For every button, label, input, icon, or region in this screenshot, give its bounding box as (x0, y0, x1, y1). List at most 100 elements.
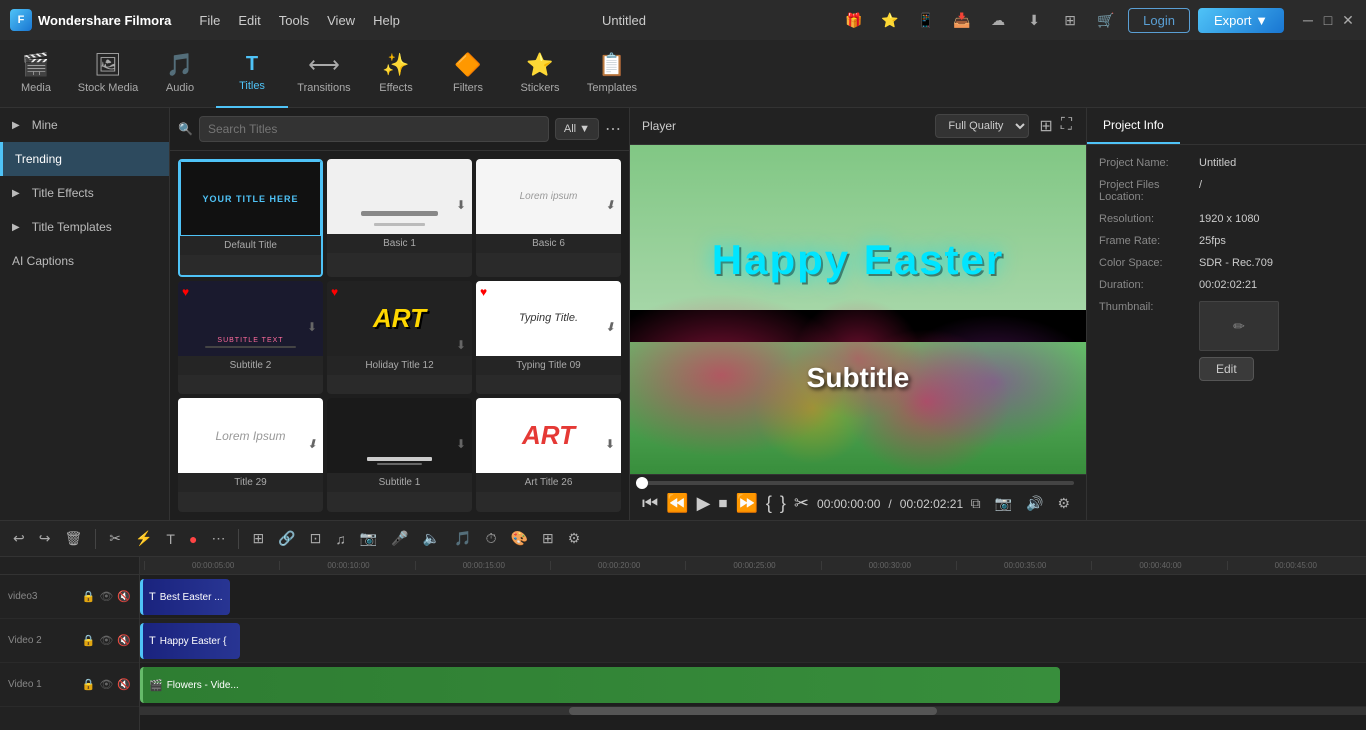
filter-dropdown[interactable]: All ▼ (555, 118, 599, 140)
subtitle2-thumb: SUBTITLE TEXT ♥ ⬇ (178, 281, 323, 356)
sidebar-item-trending[interactable]: Trending (0, 142, 169, 176)
settings2-icon[interactable]: ⚙ (563, 528, 586, 549)
star-icon[interactable]: ⭐ (876, 6, 904, 34)
grid-view-icon[interactable]: ⊞ (1037, 114, 1054, 138)
timeline-scrollbar[interactable] (140, 707, 1366, 715)
title-card-art26[interactable]: ART ⬇ Art Title 26 (476, 398, 621, 512)
eye2-icon[interactable]: 👁 (99, 634, 113, 647)
minimize-button[interactable]: ─ (1300, 12, 1316, 28)
sidebar-item-title-templates[interactable]: ▶ Title Templates (0, 210, 169, 244)
group-icon[interactable]: ⊡ (305, 528, 327, 549)
close-button[interactable]: ✕ (1340, 12, 1356, 28)
download-icon[interactable]: ⬇ (1020, 6, 1048, 34)
timeline-scrub-handle[interactable] (636, 477, 648, 489)
mute3-icon[interactable]: 🔇 (117, 678, 131, 691)
toolbar-audio[interactable]: 🎵 Audio (144, 40, 216, 108)
toolbar-media[interactable]: 🎬 Media (0, 40, 72, 108)
toolbar-stickers[interactable]: ⭐ Stickers (504, 40, 576, 108)
mark-in-icon[interactable]: { (766, 493, 772, 514)
menu-help[interactable]: Help (365, 9, 408, 32)
grid-layout-icon[interactable]: ⊞ (537, 528, 559, 549)
more-tools-icon[interactable]: ⋯ (206, 528, 230, 549)
split-audio-button[interactable]: ⚡ (130, 528, 157, 549)
music-icon[interactable]: 🎵 (449, 528, 476, 549)
undo-button[interactable]: ↩ (8, 528, 30, 549)
magnet-icon[interactable]: 🔗 (273, 528, 300, 549)
camera-icon[interactable]: 📷 (355, 528, 382, 549)
eye3-icon[interactable]: 👁 (99, 678, 113, 691)
gift-icon[interactable]: 🎁 (840, 6, 868, 34)
eye-icon[interactable]: 👁 (99, 590, 113, 603)
sidebar-item-ai-captions[interactable]: AI Captions (0, 244, 169, 278)
title-card-subtitle2[interactable]: SUBTITLE TEXT ♥ ⬇ Subtitle 2 (178, 281, 323, 395)
phone-icon[interactable]: 📱 (912, 6, 940, 34)
toolbar-stock-media[interactable]: 🖼 Stock Media (72, 40, 144, 108)
sidebar-item-mine[interactable]: ▶ Mine (0, 108, 169, 142)
title-card-title29[interactable]: Lorem Ipsum ⬇ Title 29 (178, 398, 323, 512)
settings-icon[interactable]: ⚙ (1053, 493, 1074, 514)
preview-timeline-bar[interactable] (642, 481, 1074, 485)
cut-button[interactable]: ✂ (104, 528, 126, 549)
export-button[interactable]: Export ▼ (1198, 8, 1284, 33)
go-to-start-icon[interactable]: ⏮ (642, 493, 658, 514)
speed-icon[interactable]: ⏱ (481, 528, 502, 549)
lock-icon[interactable]: 🔒 (82, 590, 96, 603)
login-button[interactable]: Login (1128, 8, 1190, 33)
picture-in-picture-icon[interactable]: ⧉ (967, 493, 985, 514)
title-card-subtitle1[interactable]: ⬇ Subtitle 1 (327, 398, 472, 512)
more-options-icon[interactable]: ⋯ (605, 119, 621, 139)
cloud-icon[interactable]: ☁ (984, 6, 1012, 34)
play-icon[interactable]: ▶ (697, 493, 711, 514)
mic-icon[interactable]: 🎤 (386, 528, 413, 549)
text-button[interactable]: T (161, 529, 180, 549)
import-icon[interactable]: 📥 (948, 6, 976, 34)
stop-icon[interactable]: ⏹ (718, 493, 727, 514)
mute-icon[interactable]: 🔇 (117, 590, 131, 603)
toolbar-templates[interactable]: 📋 Templates (576, 40, 648, 108)
lock3-icon[interactable]: 🔒 (82, 678, 96, 691)
tab-project-info[interactable]: Project Info (1087, 108, 1180, 144)
toolbar-transitions[interactable]: ⟷ Transitions (288, 40, 360, 108)
sidebar-item-title-effects[interactable]: ▶ Title Effects (0, 176, 169, 210)
toolbar-filters[interactable]: 🔶 Filters (432, 40, 504, 108)
cart-icon[interactable]: 🛒 (1092, 6, 1120, 34)
clip-icon[interactable]: ✂ (794, 493, 809, 514)
volume-icon[interactable]: 🔊 (1022, 493, 1047, 514)
step-back-icon[interactable]: ⏪ (666, 493, 688, 514)
voiceover-icon[interactable]: 🔈 (418, 528, 445, 549)
clip-flowers-video[interactable]: 🎬 Flowers - Vide... (140, 667, 1060, 703)
fullscreen-icon[interactable]: ⛶ (1059, 114, 1074, 138)
grid-icon[interactable]: ⊞ (1056, 6, 1084, 34)
mute2-icon[interactable]: 🔇 (117, 634, 131, 647)
title-card-typing09[interactable]: Typing Title. ♥ ⬇ Typing Title 09 (476, 281, 621, 395)
clip-happy-easter[interactable]: T Happy Easter { (140, 623, 240, 659)
maximize-button[interactable]: □ (1320, 12, 1336, 28)
redo-button[interactable]: ↪ (34, 528, 56, 549)
toolbar-titles[interactable]: T Titles (216, 40, 288, 108)
step-forward-icon[interactable]: ⏩ (735, 493, 757, 514)
menu-tools[interactable]: Tools (271, 9, 317, 32)
color-icon[interactable]: 🎨 (506, 528, 533, 549)
proj-name-label: Project Name: (1099, 157, 1199, 169)
title-card-basic6[interactable]: Lorem ipsum ⬇ Basic 6 (476, 159, 621, 277)
menu-file[interactable]: File (191, 9, 228, 32)
search-input[interactable] (199, 116, 549, 142)
menu-view[interactable]: View (319, 9, 363, 32)
delete-button[interactable]: 🗑 (59, 528, 87, 549)
lock2-icon[interactable]: 🔒 (82, 634, 96, 647)
scrollbar-thumb[interactable] (569, 707, 937, 715)
edit-thumbnail-icon[interactable]: ✏ (1233, 318, 1245, 335)
title-card-holiday12[interactable]: ART ♥ ⬇ Holiday Title 12 (327, 281, 472, 395)
clip-best-easter[interactable]: T Best Easter ... (140, 579, 230, 615)
edit-project-button[interactable]: Edit (1199, 357, 1254, 381)
snap-button[interactable]: ⊞ (247, 528, 269, 549)
toolbar-effects[interactable]: ✨ Effects (360, 40, 432, 108)
screenshot-icon[interactable]: 📷 (991, 493, 1016, 514)
title-card-default[interactable]: YOUR TITLE HERE Default Title (178, 159, 323, 277)
quality-dropdown[interactable]: Full Quality 1/2 Quality 1/4 Quality (935, 114, 1029, 138)
mark-out-icon[interactable]: } (780, 493, 786, 514)
menu-edit[interactable]: Edit (230, 9, 268, 32)
title-card-basic1[interactable]: ⬇ Basic 1 (327, 159, 472, 277)
audio-mix-icon[interactable]: ♫ (330, 529, 351, 549)
record-button[interactable]: ● (184, 529, 202, 549)
